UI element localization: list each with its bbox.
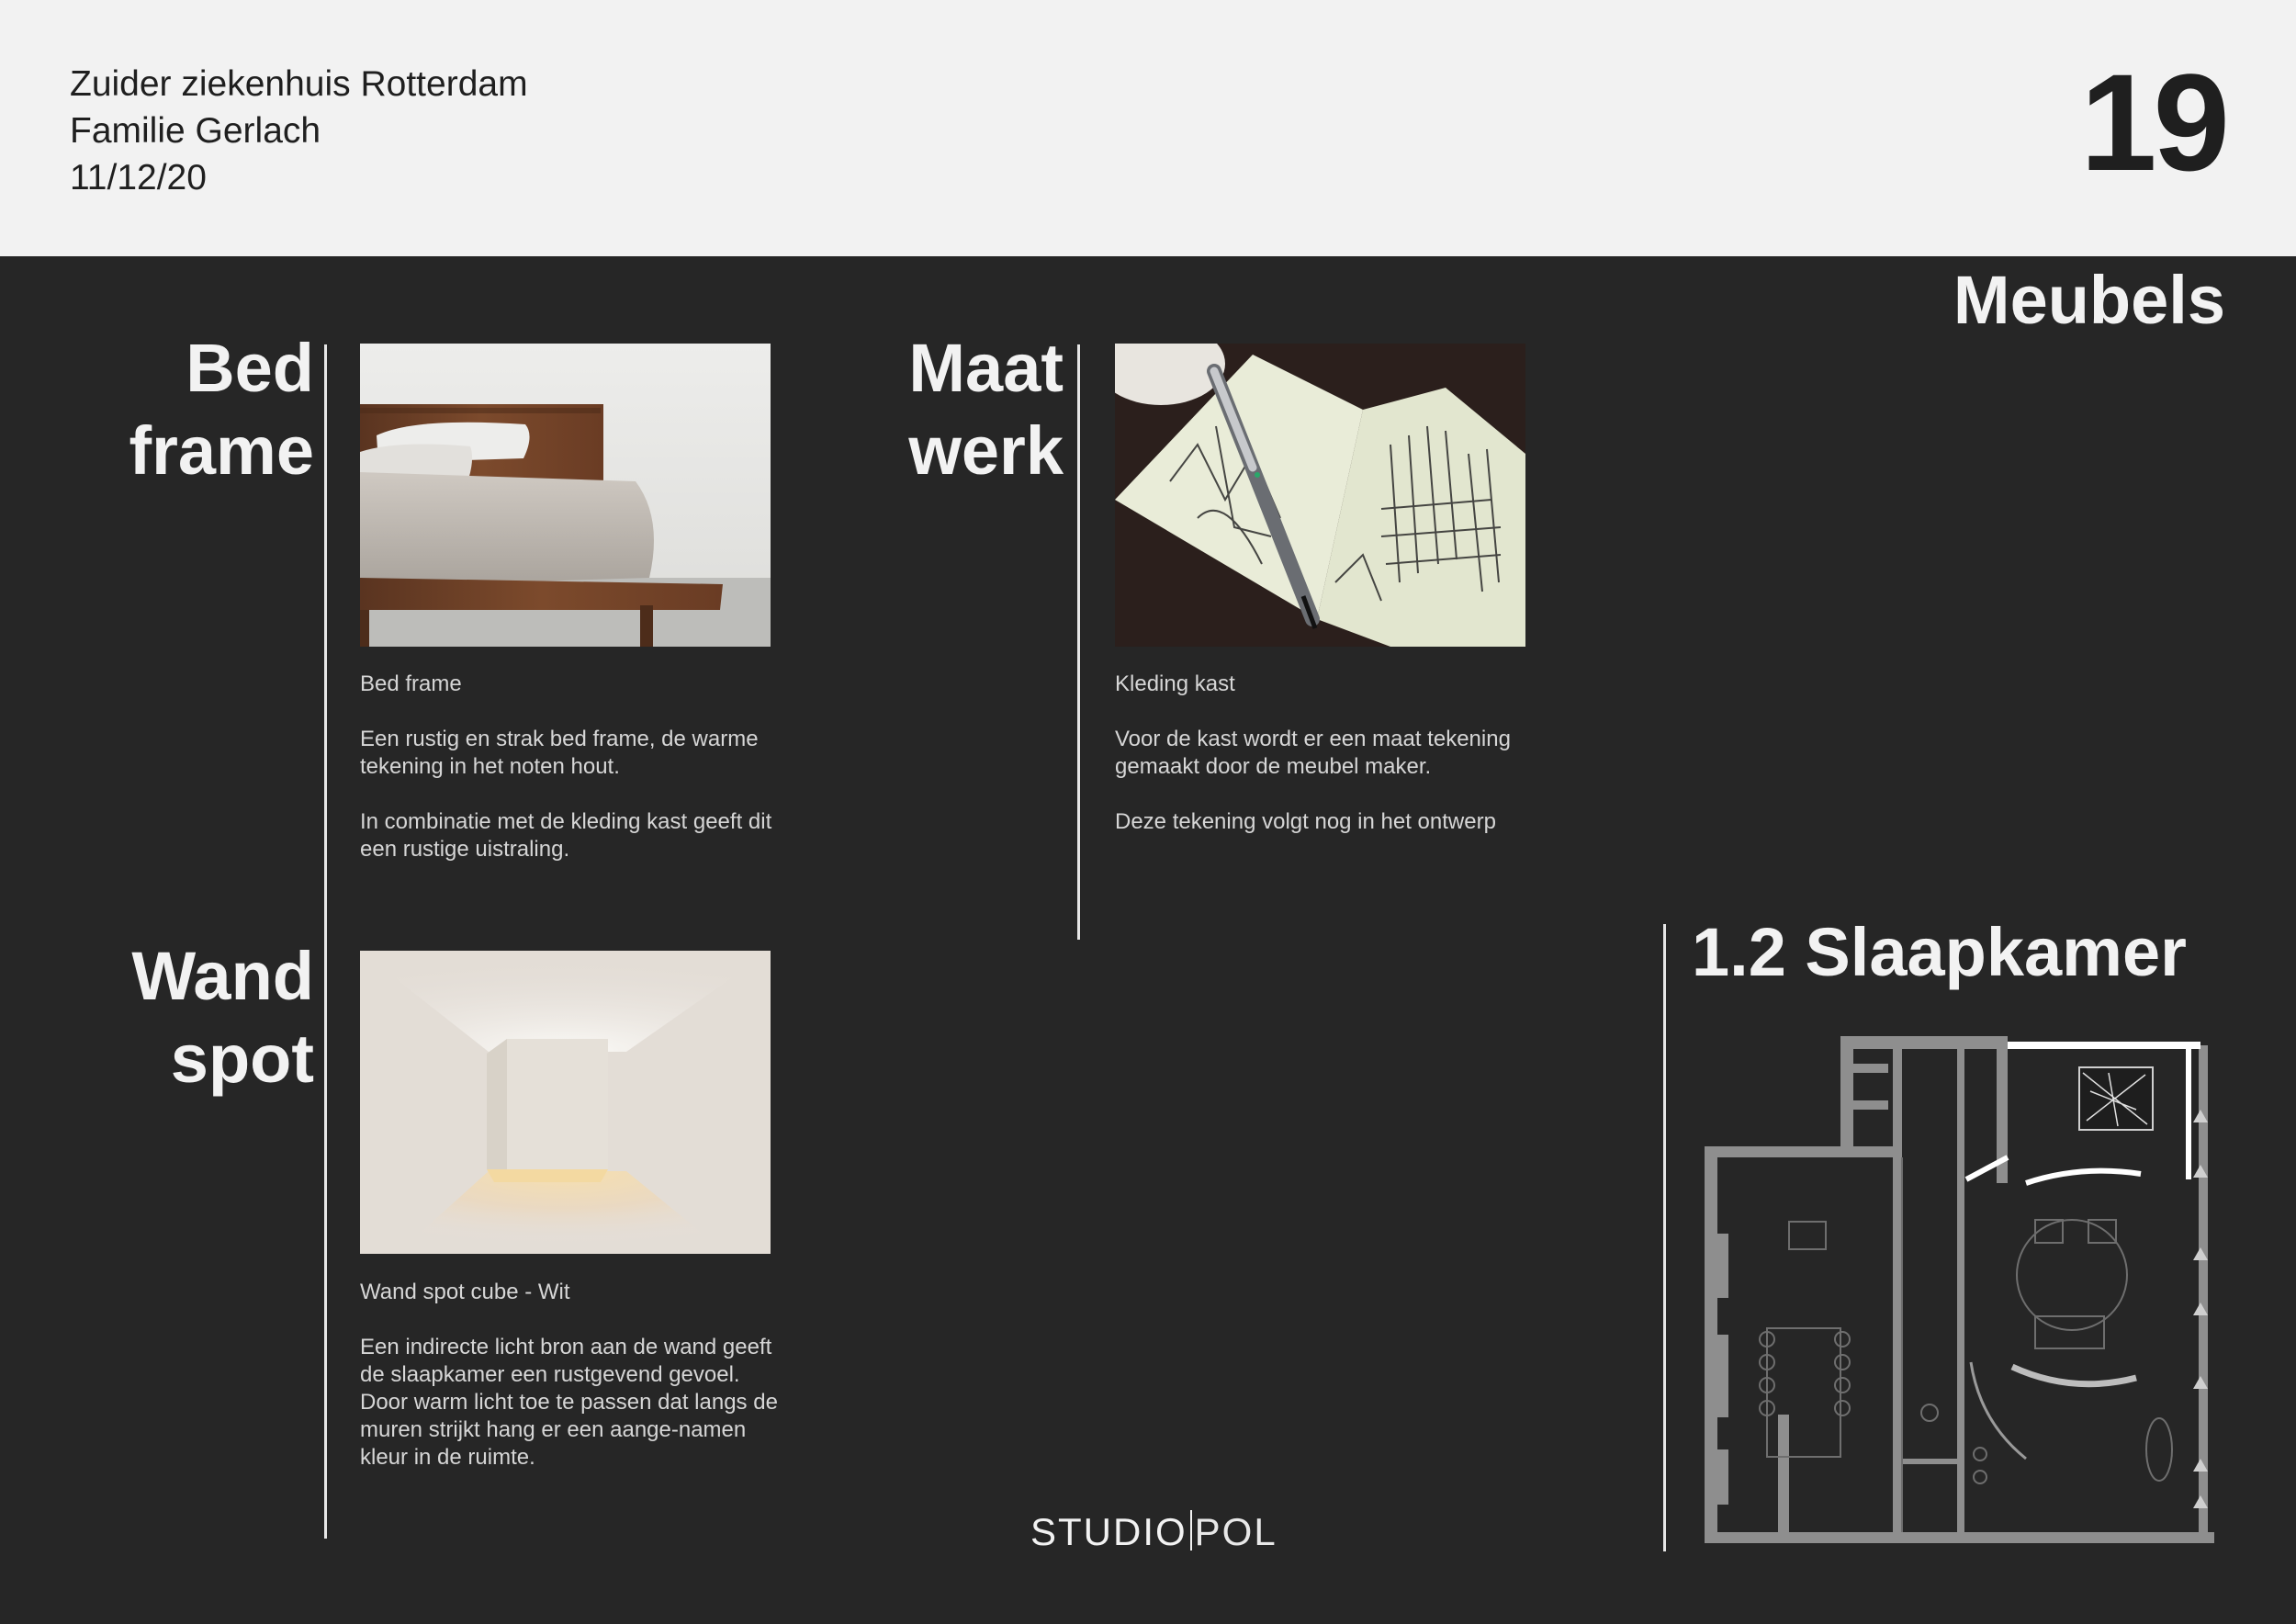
project-name: Zuider ziekenhuis Rotterdam <box>70 64 528 104</box>
floor-plan-drawing <box>1705 1036 2214 1543</box>
heading-line: Wand <box>131 938 314 1014</box>
divider-line <box>1663 924 1666 1551</box>
sketchbook-illustration <box>1115 344 1525 647</box>
heading-bed-frame: Bed frame <box>92 327 314 492</box>
floor-plan <box>1705 1036 2214 1546</box>
heading-line: Maat <box>908 330 1064 406</box>
bed-frame-illustration <box>360 344 771 647</box>
wardrobe-caption: Kleding kast Voor de kast wordt er een m… <box>1115 671 1547 863</box>
caption-paragraph: Voor de kast wordt er een maat tekening … <box>1115 727 1511 779</box>
sketchbook-photo <box>1115 344 1525 647</box>
divider-line <box>1077 344 1080 940</box>
brand-part2: POL <box>1194 1510 1277 1553</box>
brand-separator <box>1189 1510 1192 1551</box>
caption-paragraph: In combinatie met de kleding kast geeft … <box>360 809 772 862</box>
heading-maat-werk: Maat werk <box>863 327 1064 492</box>
heading-line: werk <box>908 412 1064 489</box>
caption-title: Wand spot cube - Wit <box>360 1280 570 1304</box>
brand-part1: STUDIO <box>1030 1510 1187 1553</box>
heading-wand-spot: Wand spot <box>92 935 314 1100</box>
caption-paragraph: Een indirecte licht bron aan de wand gee… <box>360 1335 778 1470</box>
divider-line <box>324 344 327 1539</box>
bed-frame-photo <box>360 344 771 647</box>
studio-pol-logo: STUDIO POL <box>1030 1509 1277 1555</box>
page-number: 19 <box>2080 45 2230 199</box>
heading-line: Bed <box>186 330 314 406</box>
wall-spot-illustration <box>360 951 771 1254</box>
bed-frame-caption: Bed frame Een rustig en strak bed frame,… <box>360 671 782 891</box>
project-date: 11/12/20 <box>70 158 207 197</box>
room-title: 1.2 Slaapkamer <box>1692 914 2187 990</box>
client-name: Familie Gerlach <box>70 111 321 151</box>
heading-line: frame <box>129 412 314 489</box>
wall-spot-caption: Wand spot cube - Wit Een indirecte licht… <box>360 1279 782 1499</box>
heading-line: spot <box>170 1021 314 1097</box>
section-title: Meubels <box>1953 262 2225 338</box>
project-meta: Zuider ziekenhuis Rotterdam Familie Gerl… <box>70 61 528 201</box>
caption-paragraph: Deze tekening volgt nog in het ontwerp <box>1115 809 1496 834</box>
caption-title: Kleding kast <box>1115 671 1235 696</box>
caption-title: Bed frame <box>360 671 462 696</box>
wall-spot-photo <box>360 951 771 1254</box>
caption-paragraph: Een rustig en strak bed frame, de warme … <box>360 727 759 779</box>
header-band: Zuider ziekenhuis Rotterdam Familie Gerl… <box>0 0 2296 256</box>
